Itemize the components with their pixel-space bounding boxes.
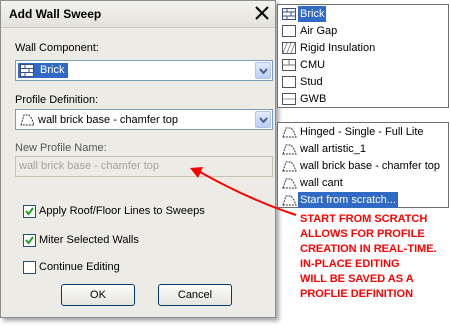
annotation-line: ALLOWS FOR PROFILE	[300, 228, 425, 240]
annotation-line: START FROM SCRATCH	[300, 213, 428, 225]
annotation-line: CREATION IN REAL-TIME.	[300, 243, 437, 255]
annotation-line: IN-PLACE EDITING	[300, 258, 400, 270]
annotation-line: PROFLIE DEFINITION	[300, 288, 414, 300]
brick-icon	[20, 64, 34, 80]
annotation-note: START FROM SCRATCH ALLOWS FOR PROFILE CR…	[300, 212, 450, 302]
annotation-line: WILL BE SAVED AS A	[300, 273, 414, 285]
